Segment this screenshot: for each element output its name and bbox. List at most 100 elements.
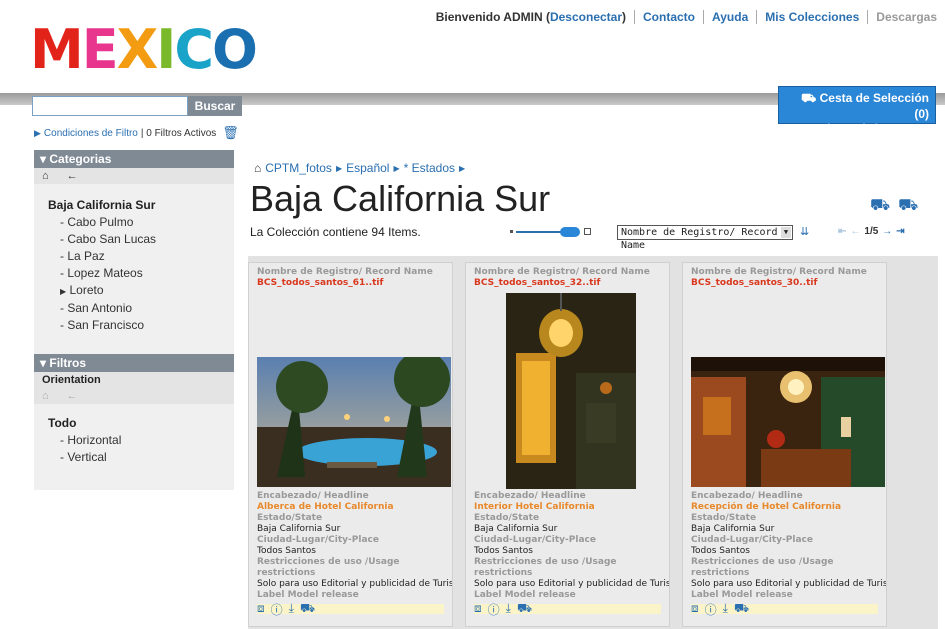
result-card[interactable]: Nombre de Registro/ Record Name BCS_todo… [682, 262, 887, 627]
basket-icon: ⛟ [801, 91, 817, 105]
download-icon[interactable]: ⤓ [723, 601, 728, 618]
contact-link[interactable]: Contacto [643, 10, 695, 24]
basket-all-icon[interactable]: ⛟ [898, 196, 918, 216]
back-arrow-icon[interactable]: ← [67, 170, 78, 182]
logo-letter-i: I [156, 18, 176, 81]
category-root[interactable]: Baja California Sur [48, 198, 234, 212]
preview-icon[interactable]: ⧈ [474, 601, 482, 618]
logout-link[interactable]: Desconectar [550, 10, 622, 24]
last-page-icon[interactable]: ⇥ [896, 226, 904, 237]
result-card[interactable]: Nombre de Registro/ Record Name BCS_todo… [465, 262, 670, 627]
preview-icon[interactable]: ⧈ [257, 601, 265, 618]
search-button[interactable]: Buscar [188, 96, 242, 116]
chevron-right-icon: ▶ [393, 163, 400, 173]
info-icon[interactable]: ⓘ [488, 601, 500, 618]
first-page-icon[interactable]: ⇤ [838, 226, 846, 237]
reception-photo [691, 357, 885, 487]
filter-list: Todo - Horizontal - Vertical [34, 404, 234, 466]
category-item[interactable]: - Cabo Pulmo [48, 214, 234, 231]
model-release-label: Label Model release [257, 590, 359, 600]
breadcrumb-item[interactable]: CPTM_fotos [265, 161, 332, 175]
slider-handle[interactable] [560, 227, 580, 237]
sort-select[interactable]: Nombre de Registro/ Record Name ▼ [617, 225, 793, 251]
basket-icon[interactable]: ⛟ [517, 601, 532, 618]
mexico-logo[interactable]: MEXICO [30, 18, 258, 81]
download-icon[interactable]: ⤓ [506, 601, 511, 618]
category-item[interactable]: - San Francisco [48, 317, 234, 334]
next-page-icon[interactable]: → [882, 226, 892, 237]
filter-root[interactable]: Todo [48, 416, 234, 430]
record-name-label: Nombre de Registro/ Record Name [474, 267, 650, 277]
category-item-expandable[interactable]: ▶ Loreto [48, 282, 234, 300]
welcome-suffix: ) [622, 10, 627, 24]
page-indicator: 1/5 [864, 226, 879, 237]
city-value: Todos Santos [691, 546, 750, 556]
download-icon[interactable]: ⤓ [289, 601, 294, 618]
nav-divider [756, 10, 758, 24]
search-input[interactable] [32, 96, 188, 116]
sort-select-value: Nombre de Registro/ Record Name [621, 227, 778, 251]
prev-page-icon[interactable]: ← [850, 226, 860, 237]
page-title: Baja California Sur [250, 178, 551, 219]
filter-item[interactable]: - Horizontal [48, 432, 234, 449]
basket-icon[interactable]: ⛟ [300, 601, 315, 618]
help-link[interactable]: Ayuda [712, 10, 748, 24]
my-collections-link[interactable]: Mis Colecciones [765, 10, 859, 24]
breadcrumb-item[interactable]: * Estados [404, 161, 455, 175]
home-icon[interactable]: ⌂ [42, 170, 49, 182]
state-label: Estado/State [257, 513, 323, 523]
headline-value: Alberca de Hotel California [257, 502, 394, 512]
category-list: Baja California Sur - Cabo Pulmo - Cabo … [34, 184, 234, 334]
info-icon[interactable]: ⓘ [271, 601, 283, 618]
category-item[interactable]: - La Paz [48, 248, 234, 265]
breadcrumb-item[interactable]: Español [346, 161, 389, 175]
trash-icon[interactable]: 🗑 [222, 125, 239, 141]
thumbnail[interactable] [691, 293, 885, 489]
add-to-basket-icon[interactable]: ⛟ [870, 196, 890, 216]
sidebar: ▾ Categorias ⌂ ← Baja California Sur - C… [34, 150, 234, 490]
thumbnail[interactable] [257, 293, 451, 489]
categories-header[interactable]: ▾ Categorias [34, 150, 234, 168]
category-item[interactable]: - Lopez Mateos [48, 265, 234, 282]
headline-label: Encabezado/ Headline [257, 491, 369, 501]
triangle-right-icon: ▶ [34, 127, 41, 138]
model-release-label: Label Model release [474, 590, 576, 600]
basket-active: Cesta Activa: Estándar [785, 123, 887, 134]
category-label: Loreto [69, 283, 104, 297]
home-icon[interactable]: ⌂ [254, 161, 261, 175]
model-release-label: Label Model release [691, 590, 793, 600]
headline-value: Interior Hotel California [474, 502, 595, 512]
downloads-link[interactable]: Descargas [876, 10, 937, 24]
restrictions-value: Solo para uso Editorial y publicidad de … [691, 579, 886, 589]
record-filename[interactable]: BCS_todos_santos_32..tif [466, 278, 669, 289]
welcome-prefix: Bienvenido ADMIN ( [435, 10, 550, 24]
back-arrow-icon[interactable]: ← [67, 390, 78, 402]
city-label: Ciudad-Lugar/City-Place [691, 535, 813, 545]
filters-header[interactable]: ▾ Filtros [34, 354, 234, 372]
basket-icon[interactable]: ⛟ [734, 601, 749, 618]
top-navigation: Bienvenido ADMIN ( Desconectar ) Contact… [436, 10, 937, 24]
sort-order-icon[interactable]: ⇊ [800, 225, 809, 238]
large-size-icon [584, 228, 591, 235]
category-item[interactable]: - San Antonio [48, 300, 234, 317]
logo-letter-x: X [116, 18, 159, 81]
category-item[interactable]: - Cabo San Lucas [48, 231, 234, 248]
city-label: Ciudad-Lugar/City-Place [257, 535, 379, 545]
nav-divider [867, 10, 869, 24]
home-icon[interactable]: ⌂ [42, 390, 49, 402]
info-icon[interactable]: ⓘ [705, 601, 717, 618]
restrictions-value: Solo para uso Editorial y publicidad de … [257, 579, 452, 589]
filter-conditions-link[interactable]: Condiciones de Filtro [44, 128, 138, 139]
result-card[interactable]: Nombre de Registro/ Record Name BCS_todo… [248, 262, 453, 627]
filter-conditions: ▶ Condiciones de Filtro | 0 Filtros Acti… [34, 125, 239, 141]
record-filename[interactable]: BCS_todos_santos_30..tif [683, 278, 886, 289]
selection-basket[interactable]: ⛟ Cesta de Selección (0) Cesta Activa: E… [778, 86, 936, 134]
preview-icon[interactable]: ⧈ [691, 601, 699, 618]
triangle-right-icon: ▶ [60, 287, 67, 296]
headline-value: Recepción de Hotel California [691, 502, 842, 512]
thumbnail[interactable] [474, 293, 661, 489]
filter-item[interactable]: - Vertical [48, 449, 234, 466]
pool-photo [257, 357, 451, 487]
record-filename[interactable]: BCS_todos_santos_61..tif [249, 278, 452, 289]
thumbnail-size-slider[interactable] [510, 226, 600, 238]
